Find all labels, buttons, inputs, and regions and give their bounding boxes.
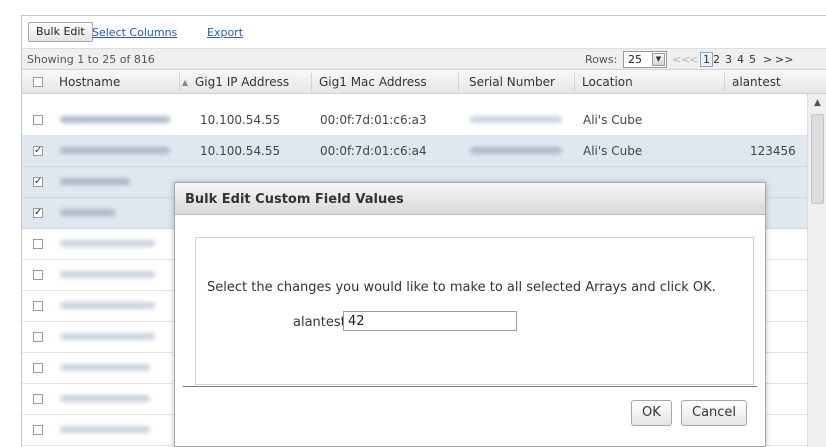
cell-alantest: 123456 bbox=[750, 144, 796, 158]
cell-location: Ali's Cube bbox=[583, 113, 643, 127]
redacted-hostname bbox=[60, 302, 155, 309]
redacted-hostname bbox=[60, 395, 150, 402]
row-checkbox[interactable] bbox=[33, 363, 43, 373]
row-checkbox[interactable] bbox=[33, 425, 43, 435]
redacted-hostname bbox=[60, 271, 155, 278]
col-location[interactable]: Location bbox=[582, 75, 633, 89]
bulk-edit-dialog: Bulk Edit Custom Field Values Select the… bbox=[174, 182, 766, 447]
col-serial[interactable]: Serial Number bbox=[469, 75, 555, 89]
row-checkbox[interactable] bbox=[33, 239, 43, 249]
dialog-content: Select the changes you would like to mak… bbox=[195, 237, 754, 385]
dialog-titlebar[interactable]: Bulk Edit Custom Field Values bbox=[175, 183, 765, 215]
cancel-button[interactable]: Cancel bbox=[681, 400, 748, 426]
col-alantest[interactable]: alantest bbox=[732, 75, 781, 89]
cell-ip: 10.100.54.55 bbox=[200, 144, 281, 158]
table-row-selected[interactable]: ✓ 10.100.54.55 00:0f:7d:01:c6:a4 Ali's C… bbox=[22, 136, 826, 167]
pager-page-3[interactable]: 3 bbox=[725, 53, 732, 66]
pager-first[interactable]: << bbox=[672, 53, 690, 66]
rows-per-page-label: Rows: bbox=[585, 53, 618, 66]
dialog-divider bbox=[183, 386, 757, 387]
col-gig1-ip[interactable]: Gig1 IP Address bbox=[195, 75, 289, 89]
sort-asc-icon[interactable]: ▲ bbox=[182, 78, 188, 87]
alantest-field-label: alantest bbox=[293, 315, 346, 330]
dropdown-arrow-icon[interactable]: ▼ bbox=[652, 53, 665, 66]
redacted-hostname bbox=[60, 147, 170, 154]
table-row[interactable]: 10.100.54.55 00:0f:7d:01:c6:a3 Ali's Cub… bbox=[22, 105, 826, 136]
pager-next[interactable]: > bbox=[763, 53, 772, 66]
pager-page-4[interactable]: 4 bbox=[737, 53, 744, 66]
pager-page-2[interactable]: 2 bbox=[713, 53, 720, 66]
dialog-message: Select the changes you would like to mak… bbox=[207, 280, 716, 295]
vertical-scrollbar[interactable]: ▲ bbox=[807, 94, 826, 447]
pager-page-5[interactable]: 5 bbox=[749, 53, 756, 66]
bulk-edit-button[interactable]: Bulk Edit bbox=[28, 22, 93, 42]
redacted-hostname bbox=[60, 116, 170, 123]
row-checkbox[interactable] bbox=[33, 270, 43, 280]
scroll-thumb[interactable] bbox=[811, 114, 824, 204]
col-gig1-mac[interactable]: Gig1 Mac Address bbox=[319, 75, 427, 89]
grid-toolbar: Bulk Edit Select Columns Export bbox=[22, 16, 826, 48]
row-checkbox[interactable] bbox=[33, 301, 43, 311]
redacted-hostname bbox=[60, 240, 155, 247]
row-checkbox[interactable] bbox=[33, 394, 43, 404]
rows-per-page-value: 25 bbox=[628, 53, 642, 66]
redacted-serial bbox=[470, 116, 562, 123]
alantest-input[interactable] bbox=[343, 311, 517, 331]
row-checkbox[interactable] bbox=[33, 115, 43, 125]
redacted-hostname bbox=[60, 364, 150, 371]
redacted-hostname bbox=[60, 178, 130, 185]
redacted-hostname bbox=[60, 209, 115, 216]
dialog-title: Bulk Edit Custom Field Values bbox=[185, 192, 404, 207]
cell-mac: 00:0f:7d:01:c6:a4 bbox=[320, 144, 427, 158]
row-checkbox-checked[interactable]: ✓ bbox=[33, 146, 43, 156]
cell-location: Ali's Cube bbox=[583, 144, 643, 158]
row-checkbox-checked[interactable]: ✓ bbox=[33, 208, 43, 218]
grid-info-bar: Showing 1 to 25 of 816 Rows: 25 ▼ << < 1… bbox=[22, 48, 826, 70]
redacted-serial bbox=[470, 147, 562, 154]
cell-mac: 00:0f:7d:01:c6:a3 bbox=[320, 113, 427, 127]
grid-header: Hostname ▲ Gig1 IP Address Gig1 Mac Addr… bbox=[22, 70, 826, 94]
pager-prev[interactable]: < bbox=[689, 53, 698, 66]
pager-last[interactable]: >> bbox=[775, 53, 793, 66]
pager-page-1[interactable]: 1 bbox=[700, 52, 713, 67]
row-checkbox-checked[interactable]: ✓ bbox=[33, 177, 43, 187]
export-link[interactable]: Export bbox=[207, 26, 243, 39]
row-checkbox[interactable] bbox=[33, 332, 43, 342]
select-columns-link[interactable]: Select Columns bbox=[92, 26, 177, 39]
ok-button[interactable]: OK bbox=[631, 400, 672, 426]
rows-per-page-select[interactable]: 25 ▼ bbox=[623, 51, 667, 68]
col-hostname[interactable]: Hostname bbox=[59, 75, 120, 89]
cell-ip: 10.100.54.55 bbox=[200, 113, 281, 127]
scroll-up-icon[interactable]: ▲ bbox=[810, 96, 825, 111]
redacted-hostname bbox=[60, 333, 155, 340]
select-all-checkbox[interactable] bbox=[33, 77, 43, 87]
record-count: Showing 1 to 25 of 816 bbox=[27, 53, 155, 66]
redacted-hostname bbox=[60, 426, 150, 433]
